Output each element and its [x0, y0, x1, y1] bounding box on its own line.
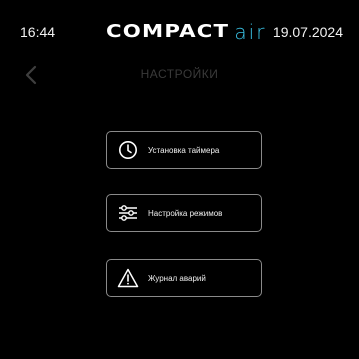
page-title: НАСТРОЙКИ — [140, 67, 219, 81]
warning-icon — [117, 267, 139, 289]
logo-compact-text: COMPACT — [106, 21, 230, 42]
alarm-log-label: Журнал аварий — [148, 273, 206, 283]
timer-setup-label: Установка таймера — [148, 145, 220, 155]
mode-settings-button[interactable]: Настройка режимов — [106, 194, 262, 232]
clock-icon — [117, 139, 139, 161]
logo-air-text: air — [234, 20, 267, 44]
compactair-logo: COMPACT air — [106, 20, 267, 44]
mode-settings-label: Настройка режимов — [148, 208, 223, 218]
status-bar: 16:44 COMPACT air 19.07.2024 — [0, 0, 359, 44]
current-date: 19.07.2024 — [272, 24, 343, 40]
sliders-icon — [117, 202, 139, 224]
settings-screen: 16:44 COMPACT air 19.07.2024 НАСТРОЙКИ У… — [0, 0, 359, 359]
timer-setup-button[interactable]: Установка таймера — [106, 131, 262, 169]
clock-time: 16:44 — [20, 24, 56, 40]
alarm-log-button[interactable]: Журнал аварий — [106, 259, 262, 297]
